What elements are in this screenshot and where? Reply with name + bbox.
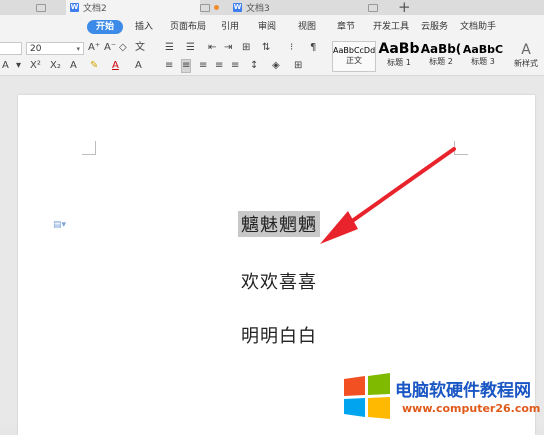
chevron-down-icon: ▾ xyxy=(76,45,80,53)
tab-monitor-icon xyxy=(36,0,46,15)
style-preview: AaBbCcDd xyxy=(333,46,376,55)
distributed-icon[interactable]: ≡ xyxy=(231,60,239,72)
red-arrow-annotation xyxy=(320,147,456,244)
new-tab-plus-icon[interactable]: + xyxy=(398,0,411,16)
char-border-icon[interactable]: A xyxy=(70,60,77,72)
new-style-button[interactable]: A 新样式 xyxy=(514,42,538,69)
highlight-icon[interactable]: ✎ xyxy=(90,60,98,72)
style-gallery: AaBbCcDd 正文 AaBb 标题 1 AaBb( 标题 2 AaBbC 标… xyxy=(328,41,506,73)
windows-logo xyxy=(344,373,390,419)
menu-doc-assistant[interactable]: 文档助手 xyxy=(460,20,496,34)
menu-chapter[interactable]: 章节 xyxy=(337,20,355,34)
borders-icon[interactable]: ⊞ xyxy=(294,60,302,72)
show-marks-icon[interactable]: ⁝ xyxy=(290,42,293,54)
shrink-font-icon[interactable]: A⁻ xyxy=(104,42,116,54)
paragraph-2[interactable]: 欢欢喜喜 xyxy=(241,268,317,294)
menu-insert[interactable]: 插入 xyxy=(135,20,153,34)
paragraph-doc-icon[interactable]: ▤▾ xyxy=(53,220,66,230)
tab-doc2[interactable]: W 文档2 xyxy=(66,0,200,15)
home-ribbon: 20 ▾ A⁺ A⁻ ◇ 文 A ▾ X² X₂ A ✎ A A ☰ ☰ ⇤ ⇥… xyxy=(0,39,544,76)
paragraph-3[interactable]: 明明白白 xyxy=(241,322,317,348)
shading-icon[interactable]: ◈ xyxy=(272,60,280,72)
style-heading-1[interactable]: AaBb 标题 1 xyxy=(378,41,420,72)
menu-references[interactable]: 引用 xyxy=(221,20,239,34)
justify-icon[interactable]: ≡ xyxy=(215,60,223,72)
style-name: 标题 1 xyxy=(387,58,411,67)
superscript-icon[interactable]: X² xyxy=(30,60,41,72)
font-name-input[interactable] xyxy=(0,42,22,55)
margin-corner-top-left xyxy=(82,141,96,155)
tab-doc3-label: 文档3 xyxy=(246,4,270,14)
style-name: 标题 2 xyxy=(429,57,453,66)
unsaved-dot-icon xyxy=(214,0,219,15)
menu-home[interactable]: 开始 xyxy=(87,20,124,34)
style-normal[interactable]: AaBbCcDd 正文 xyxy=(332,41,376,72)
chinese-layout-icon[interactable]: ⊞ xyxy=(242,42,250,54)
writer-doc-icon: W xyxy=(70,3,79,12)
char-shading-icon[interactable]: A xyxy=(135,60,142,72)
style-preview: AaBb xyxy=(378,41,420,57)
menu-developer-tools[interactable]: 开发工具 xyxy=(373,20,409,34)
decrease-indent-icon[interactable]: ⇤ xyxy=(208,42,216,54)
tab-monitor-icon xyxy=(368,0,378,15)
document-tab-bar: W 文档2 W 文档3 + xyxy=(0,0,544,16)
watermark-title: 电脑软硬件教程网 xyxy=(395,381,531,401)
style-preview: AaBb( xyxy=(420,42,462,56)
font-color-icon[interactable]: A xyxy=(112,60,119,72)
style-heading-2[interactable]: AaBb( 标题 2 xyxy=(420,41,462,72)
style-name: 正文 xyxy=(346,56,362,65)
font-size-value: 20 xyxy=(30,44,42,54)
watermark-url: www.computer26.com xyxy=(402,402,541,415)
site-watermark: 电脑软硬件教程网 www.computer26.com xyxy=(338,370,544,427)
paragraph-mark-icon[interactable]: ¶ xyxy=(310,42,316,54)
tab-doc2-label: 文档2 xyxy=(83,4,107,14)
increase-indent-icon[interactable]: ⇥ xyxy=(224,42,232,54)
tab-monitor-icon xyxy=(200,0,210,15)
ribbon-menu-bar: 开始 插入 页面布局 引用 审阅 视图 章节 开发工具 云服务 文档助手 xyxy=(0,15,544,39)
numbered-list-icon[interactable]: ☰ xyxy=(186,42,195,54)
menu-view[interactable]: 视图 xyxy=(298,20,316,34)
menu-cloud-service[interactable]: 云服务 xyxy=(421,20,448,34)
dropdown-arrow-icon[interactable]: ▾ xyxy=(16,60,21,72)
font-size-select[interactable]: 20 ▾ xyxy=(26,42,84,55)
menu-page-layout[interactable]: 页面布局 xyxy=(170,20,206,34)
font-color-a-icon[interactable]: A xyxy=(2,60,9,72)
align-center-icon[interactable]: ≡ xyxy=(181,59,192,73)
subscript-icon[interactable]: X₂ xyxy=(50,60,61,72)
writer-doc-icon: W xyxy=(233,3,242,12)
bullet-list-icon[interactable]: ☰ xyxy=(165,42,174,54)
phonetic-guide-icon[interactable]: 文 xyxy=(135,42,145,54)
line-spacing-icon[interactable]: ↕ xyxy=(250,60,258,72)
sort-icon[interactable]: ⇅ xyxy=(262,42,270,54)
align-right-icon[interactable]: ≡ xyxy=(199,60,207,72)
new-style-label: 新样式 xyxy=(514,59,538,68)
align-left-icon[interactable]: ≡ xyxy=(165,60,173,72)
clear-format-icon[interactable]: ◇ xyxy=(119,42,127,54)
grow-font-icon[interactable]: A⁺ xyxy=(88,42,100,54)
style-name: 标题 3 xyxy=(471,57,495,66)
style-heading-3[interactable]: AaBbC 标题 3 xyxy=(462,41,504,72)
menu-review[interactable]: 审阅 xyxy=(258,20,276,34)
tab-doc3[interactable]: W 文档3 xyxy=(229,0,363,15)
new-style-icon: A xyxy=(521,42,531,58)
style-preview: AaBbC xyxy=(462,43,504,56)
